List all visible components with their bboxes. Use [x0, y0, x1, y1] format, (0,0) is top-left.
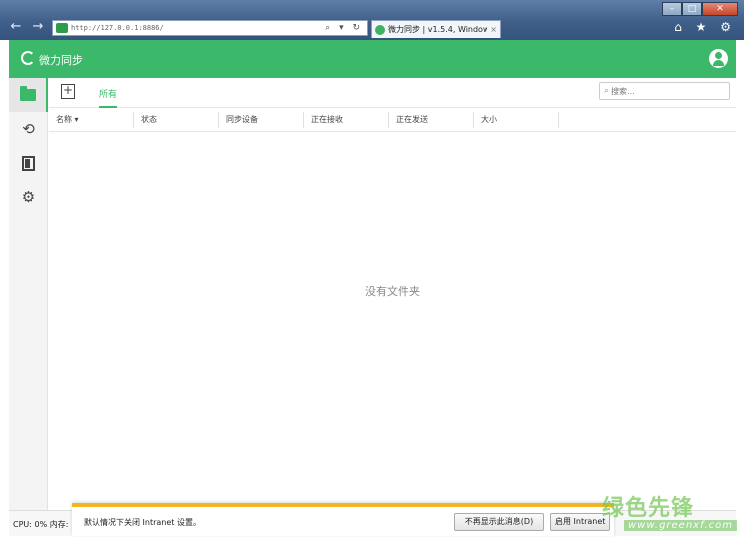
window-controls: – □ ✕: [662, 2, 738, 16]
forward-arrow-icon[interactable]: →: [30, 20, 46, 36]
sidebar-item-folders[interactable]: [9, 78, 48, 112]
column-header-status: 状态: [134, 111, 219, 128]
address-bar[interactable]: http://127.0.0.1:8886/ ⌕ ▾ ↻: [52, 20, 368, 36]
back-arrow-icon[interactable]: ←: [8, 20, 24, 36]
site-favicon-icon: [56, 23, 68, 33]
browser-chrome: – □ ✕ ← → http://127.0.0.1:8886/ ⌕ ▾ ↻ 微…: [0, 0, 744, 40]
app-title: 微力同步: [39, 54, 83, 67]
intranet-notification: 默认情况下关闭 Intranet 设置。 不再显示此消息(D) 启用 Intra…: [72, 503, 614, 536]
search-input[interactable]: [611, 86, 712, 96]
watermark-title: 绿色先锋: [602, 496, 695, 521]
sidebar-item-devices[interactable]: [9, 146, 48, 180]
tab-close-icon[interactable]: ×: [487, 25, 500, 34]
column-header-size: 大小: [474, 111, 559, 128]
column-header-sending: 正在发送: [389, 111, 474, 128]
app-header: 微力同步: [9, 40, 736, 78]
minimize-button[interactable]: –: [662, 2, 682, 16]
watermark-url: www.greenxf.com: [624, 520, 737, 531]
toolbar: + 所有 ⌕: [49, 78, 736, 108]
empty-state-text: 没有文件夹: [365, 285, 420, 298]
watermark-logo: 绿色先锋 www.greenxf.com: [596, 490, 740, 536]
gear-icon: ⚙: [21, 188, 36, 206]
browser-tab[interactable]: 微力同步 | v1.5.4, Window... ×: [371, 20, 501, 38]
cpu-memory-status: CPU: 0% 内存:: [13, 520, 69, 529]
column-header-spacer: [559, 112, 644, 128]
table-header: 名称 ▾ 状态 同步设备 正在接收 正在发送 大小: [49, 108, 736, 132]
sidebar-item-settings[interactable]: ⚙: [9, 180, 48, 214]
tab-favicon-icon: [375, 24, 385, 35]
search-icon: ⌕: [604, 86, 610, 96]
column-header-devices: 同步设备: [219, 111, 304, 128]
maximize-button[interactable]: □: [682, 2, 702, 16]
door-icon: [22, 155, 35, 171]
dont-show-again-button[interactable]: 不再显示此消息(D): [454, 513, 544, 531]
search-refresh-icons[interactable]: ⌕ ▾ ↻: [325, 23, 367, 33]
add-folder-icon[interactable]: +: [61, 84, 75, 99]
sidebar: ⟲ ⚙: [9, 78, 48, 510]
sync-logo-icon: [21, 51, 35, 65]
url-text[interactable]: http://127.0.0.1:8886/: [71, 24, 325, 32]
notification-message: 默认情况下关闭 Intranet 设置。: [84, 518, 201, 527]
tab-title[interactable]: 微力同步 | v1.5.4, Window...: [388, 24, 487, 35]
browser-toolbar-icons[interactable]: ⌂ ★ ⚙: [674, 20, 736, 34]
user-avatar-icon[interactable]: [709, 49, 728, 68]
close-window-button[interactable]: ✕: [702, 2, 738, 16]
search-box[interactable]: ⌕: [599, 82, 730, 100]
tab-all[interactable]: 所有: [99, 87, 118, 108]
history-icon: ⟲: [22, 120, 35, 138]
column-header-receiving: 正在接收: [304, 111, 389, 128]
sidebar-item-history[interactable]: ⟲: [9, 112, 48, 146]
column-header-name[interactable]: 名称 ▾: [49, 111, 134, 128]
folder-icon: [19, 86, 36, 101]
